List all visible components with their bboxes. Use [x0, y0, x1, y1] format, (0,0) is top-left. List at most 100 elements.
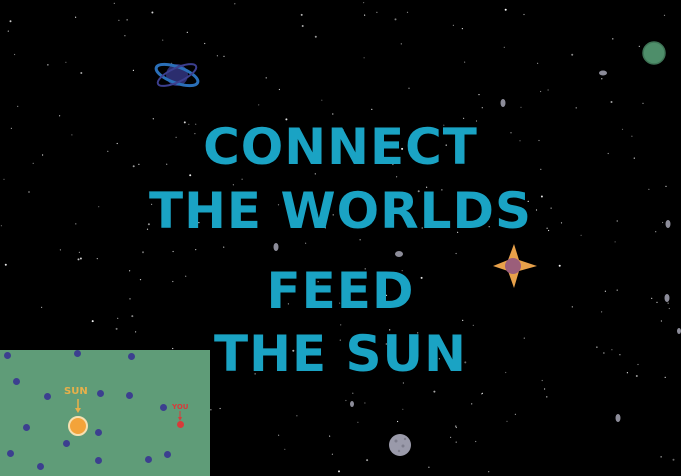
green-planet-icon[interactable] [642, 41, 666, 65]
minimap-planet [95, 457, 102, 464]
star-dot [151, 11, 154, 14]
star-dot [234, 3, 236, 5]
asteroid-icon [615, 414, 621, 422]
star-dot [265, 77, 267, 79]
star-dot [124, 35, 126, 37]
minimap-planet [126, 392, 133, 399]
star-dot [96, 258, 98, 260]
star-dot [428, 466, 430, 468]
minimap-planet [160, 404, 167, 411]
star-dot [433, 390, 436, 393]
minimap-player-marker [177, 421, 184, 428]
star-dot [9, 20, 12, 23]
star-dot [331, 453, 333, 455]
minimap-sun-arrow-icon [75, 399, 81, 413]
minimap-planet [37, 463, 44, 470]
star-dot [172, 250, 174, 253]
star-dot [455, 441, 457, 443]
star-dot [241, 178, 243, 180]
star-dot [546, 396, 548, 398]
star-dot [332, 113, 334, 115]
star-dot [80, 72, 83, 74]
star-dot [14, 53, 16, 56]
star-dot [91, 320, 94, 323]
star-dot [364, 14, 366, 16]
asteroid-icon [395, 251, 403, 257]
star-dot [660, 320, 663, 322]
star-dot [610, 101, 613, 103]
star-dot [7, 30, 9, 32]
minimap-planet [23, 424, 30, 431]
star-dot [396, 176, 398, 178]
star-dot [481, 392, 483, 394]
star-dot [663, 14, 666, 16]
star-dot [338, 470, 340, 473]
minimap-planet [7, 450, 14, 457]
minimap-planet [145, 456, 152, 463]
star-dot [523, 13, 525, 16]
minimap[interactable]: SUN YOU [0, 350, 210, 476]
minimap-planet [44, 393, 51, 400]
star-dot [376, 11, 378, 13]
star-dot [455, 425, 457, 427]
title-line-connect: CONNECT [203, 118, 478, 176]
star-dot [672, 458, 675, 461]
star-dot [126, 19, 128, 21]
star-dot [660, 456, 662, 458]
minimap-you-arrow-icon [178, 411, 182, 421]
star-dot [65, 61, 67, 63]
grey-moon-icon[interactable] [389, 434, 411, 456]
star-dot [371, 108, 373, 110]
star-dot [284, 448, 286, 450]
star-dot [520, 106, 522, 108]
star-dot [540, 90, 542, 93]
star-dot [352, 392, 354, 394]
star-dot [575, 107, 577, 109]
star-dot [400, 43, 402, 45]
star-dot [464, 61, 466, 63]
minimap-sun-label: SUN [64, 386, 88, 397]
asteroid-icon [599, 70, 607, 76]
star-dot [571, 53, 574, 56]
minimap-planet [164, 451, 171, 458]
star-dot [450, 436, 452, 438]
ringed-planet-icon[interactable] [154, 60, 201, 90]
star-dot [363, 57, 365, 59]
star-dot [223, 55, 225, 57]
star-dot [406, 11, 409, 13]
star-dot [503, 46, 505, 48]
star-dot [300, 13, 303, 16]
star-dot [210, 409, 212, 411]
star-dot [504, 8, 507, 11]
star-dot [455, 426, 457, 429]
minimap-you-label: YOU [172, 403, 189, 411]
star-dot [601, 78, 603, 80]
star-dot [357, 421, 359, 423]
title-line-the-worlds: THE WORLDS [148, 182, 533, 240]
star-dot [471, 403, 473, 405]
star-dot [296, 415, 298, 417]
star-dot [305, 242, 307, 244]
star-dot [408, 87, 410, 89]
star-dot [195, 249, 197, 251]
star-dot [17, 105, 19, 107]
minimap-planet [97, 390, 104, 397]
star-dot [113, 2, 115, 4]
title-line-feed: FEED [266, 262, 415, 320]
minimap-planet [128, 353, 135, 360]
star-dot [452, 24, 454, 26]
star-dot [204, 42, 206, 45]
asteroid-icon [500, 99, 506, 107]
minimap-planet [13, 378, 20, 385]
star-dot [394, 18, 397, 21]
star-dot [79, 257, 82, 260]
star-dot [402, 408, 404, 410]
minimap-planet [4, 352, 11, 359]
star-dot [478, 94, 480, 96]
star-dot [345, 399, 347, 402]
star-dot [77, 258, 80, 261]
asteroid-icon [350, 401, 354, 407]
star-dot [321, 99, 323, 101]
star-dot [481, 107, 483, 109]
star-dot [301, 25, 304, 27]
